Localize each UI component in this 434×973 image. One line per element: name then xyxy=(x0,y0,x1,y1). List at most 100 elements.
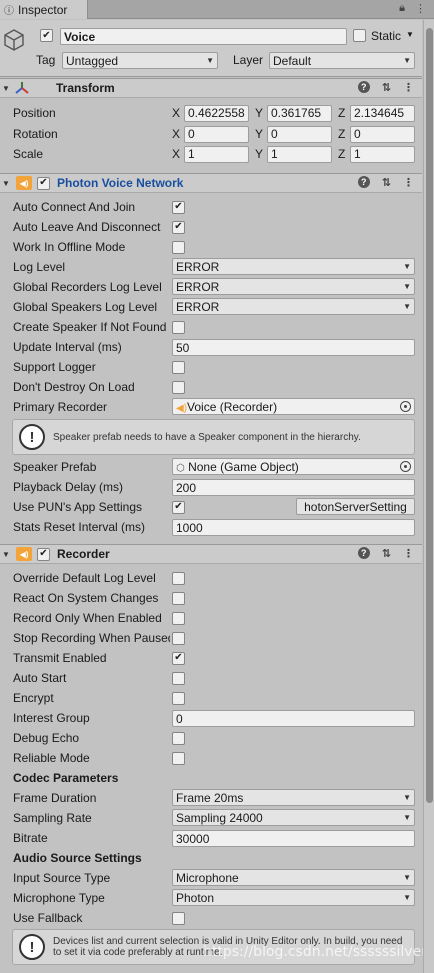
mic-type-dropdown[interactable]: Photon ▼ xyxy=(172,889,415,906)
recorders-log-value: ERROR xyxy=(176,279,220,294)
scrollbar-thumb[interactable] xyxy=(426,28,433,803)
recorder-enabled-checkbox[interactable]: ✔ xyxy=(37,547,50,561)
sampling-rate-dropdown[interactable]: Sampling 24000 ▼ xyxy=(172,809,415,826)
interest-group-row: Interest Group xyxy=(13,709,170,727)
encrypt-row: Encrypt xyxy=(13,689,170,707)
support-logger-checkbox[interactable] xyxy=(172,360,185,374)
speaker-prefab-help-text: Speaker prefab needs to have a Speaker c… xyxy=(53,431,361,443)
position-x-input[interactable]: 0.4622558 xyxy=(184,104,249,122)
kebab-icon[interactable]: ⋮ xyxy=(403,547,414,560)
stop-pause-checkbox[interactable] xyxy=(172,631,185,645)
tab-inspector[interactable]: ⓘ Inspector xyxy=(0,0,88,19)
help-icon[interactable]: ? xyxy=(357,547,370,559)
speaker-prefab-row: Speaker Prefab xyxy=(13,458,170,476)
input-source-dropdown[interactable]: Microphone ▼ xyxy=(172,869,415,886)
mic-type-value: Photon xyxy=(176,890,215,905)
transmit-checkbox[interactable]: ✔ xyxy=(172,651,185,665)
transform-title: Transform xyxy=(56,81,115,95)
recorders-log-dropdown[interactable]: ERROR ▼ xyxy=(172,278,415,295)
static-dropdown-arrow[interactable]: ▼ xyxy=(406,30,414,39)
scale-x-input[interactable]: 1 xyxy=(184,145,249,163)
record-only-checkbox[interactable] xyxy=(172,611,185,625)
auto-start-row: Auto Start xyxy=(13,669,170,687)
pvn-enabled-checkbox[interactable]: ✔ xyxy=(37,176,50,190)
position-y-input[interactable]: 0.361765 xyxy=(267,104,332,122)
rotation-label: Rotation xyxy=(13,127,58,141)
use-fallback-checkbox[interactable] xyxy=(172,911,185,925)
use-pun-checkbox[interactable]: ✔ xyxy=(172,500,185,514)
position-label: Position xyxy=(13,106,56,120)
static-checkbox[interactable] xyxy=(353,29,366,42)
auto-start-label: Auto Start xyxy=(13,671,67,685)
help-icon[interactable]: ? xyxy=(357,81,370,93)
scale-y-input[interactable]: 1 xyxy=(267,145,332,163)
frame-duration-dropdown[interactable]: Frame 20ms ▼ xyxy=(172,789,415,806)
help-icon[interactable]: ? xyxy=(357,176,370,188)
override-log-label: Override Default Log Level xyxy=(13,571,156,585)
tag-value: Untagged xyxy=(66,53,119,68)
log-level-dropdown[interactable]: ERROR ▼ xyxy=(172,258,415,275)
interest-group-input[interactable]: 0 xyxy=(172,710,415,727)
axis-y-label: Y xyxy=(255,147,264,161)
rotation-y-input[interactable]: 0 xyxy=(267,125,332,143)
scale-label: Scale xyxy=(13,147,44,161)
audio-section-label: Audio Source Settings xyxy=(13,851,142,865)
mic-type-row: Microphone Type xyxy=(13,889,170,907)
encrypt-checkbox[interactable] xyxy=(172,691,185,705)
auto-start-checkbox[interactable] xyxy=(172,671,185,685)
preset-icon[interactable]: ⇅ xyxy=(382,547,391,560)
stats-reset-input[interactable]: 1000 xyxy=(172,519,415,536)
recorder-header[interactable]: ▼ ◀) ✔ Recorder ? ⇅ ⋮ xyxy=(0,544,422,564)
auto-connect-checkbox[interactable]: ✔ xyxy=(172,200,185,214)
update-interval-input[interactable]: 50 xyxy=(172,339,415,356)
tag-label: Tag xyxy=(36,53,56,67)
fold-arrow-icon[interactable]: ▼ xyxy=(2,84,14,93)
offline-checkbox[interactable] xyxy=(172,240,185,254)
transmit-label: Transmit Enabled xyxy=(13,651,107,665)
debug-echo-checkbox[interactable] xyxy=(172,731,185,745)
codec-section-title: Codec Parameters xyxy=(13,769,118,787)
auto-connect-row: Auto Connect And Join xyxy=(13,198,170,216)
kebab-icon[interactable]: ⋮ xyxy=(403,176,414,189)
active-checkbox[interactable]: ✔ xyxy=(40,29,53,42)
transform-header[interactable]: ▼ Transform ? ⇅ ⋮ xyxy=(0,78,422,98)
rotation-z-input[interactable]: 0 xyxy=(350,125,415,143)
fold-arrow-icon[interactable]: ▼ xyxy=(2,550,14,559)
position-z-input[interactable]: 2.134645 xyxy=(350,104,415,122)
speaker-prefab-field[interactable]: ⬡ None (Game Object) xyxy=(172,458,415,475)
scrollbar[interactable] xyxy=(423,20,434,973)
axis-y-label: Y xyxy=(255,127,264,141)
record-only-row: Record Only When Enabled xyxy=(13,609,170,627)
object-picker-icon[interactable] xyxy=(400,461,411,472)
fold-arrow-icon[interactable]: ▼ xyxy=(2,179,14,188)
bitrate-input[interactable]: 30000 xyxy=(172,830,415,847)
object-picker-icon[interactable] xyxy=(400,401,411,412)
axis-z-label: Z xyxy=(338,127,346,141)
photon-voice-network-header[interactable]: ▼ ◀) ✔ Photon Voice Network ? ⇅ ⋮ xyxy=(0,173,422,193)
reliable-checkbox[interactable] xyxy=(172,751,185,765)
rotation-fields: X 0 Y 0 Z 0 xyxy=(172,125,415,143)
pun-settings-button[interactable]: hotonServerSetting xyxy=(296,498,415,515)
layer-dropdown[interactable]: Default ▼ xyxy=(269,52,415,69)
primary-recorder-field[interactable]: ◀)Voice (Recorder) xyxy=(172,398,415,415)
preset-icon[interactable]: ⇅ xyxy=(382,176,391,189)
auto-leave-checkbox[interactable]: ✔ xyxy=(172,220,185,234)
speakers-log-dropdown[interactable]: ERROR ▼ xyxy=(172,298,415,315)
tag-dropdown[interactable]: Untagged ▼ xyxy=(62,52,218,69)
rotation-row: Rotation xyxy=(13,125,58,143)
dont-destroy-checkbox[interactable] xyxy=(172,380,185,394)
react-changes-checkbox[interactable] xyxy=(172,591,185,605)
kebab-icon[interactable]: ⋮ xyxy=(403,81,414,94)
playback-delay-input[interactable]: 200 xyxy=(172,479,415,496)
chevron-down-icon: ▼ xyxy=(403,893,411,902)
object-name-input[interactable]: Voice xyxy=(60,28,347,45)
override-log-checkbox[interactable] xyxy=(172,571,185,585)
create-speaker-checkbox[interactable] xyxy=(172,320,185,334)
preset-icon[interactable]: ⇅ xyxy=(382,81,391,94)
react-changes-row: React On System Changes xyxy=(13,589,170,607)
rotation-x-input[interactable]: 0 xyxy=(184,125,249,143)
scale-z-input[interactable]: 1 xyxy=(350,145,415,163)
lock-icon[interactable]: 🔒︎ xyxy=(399,2,405,15)
warning-icon: ! xyxy=(19,934,45,960)
kebab-icon[interactable]: ⋮ xyxy=(415,2,426,15)
